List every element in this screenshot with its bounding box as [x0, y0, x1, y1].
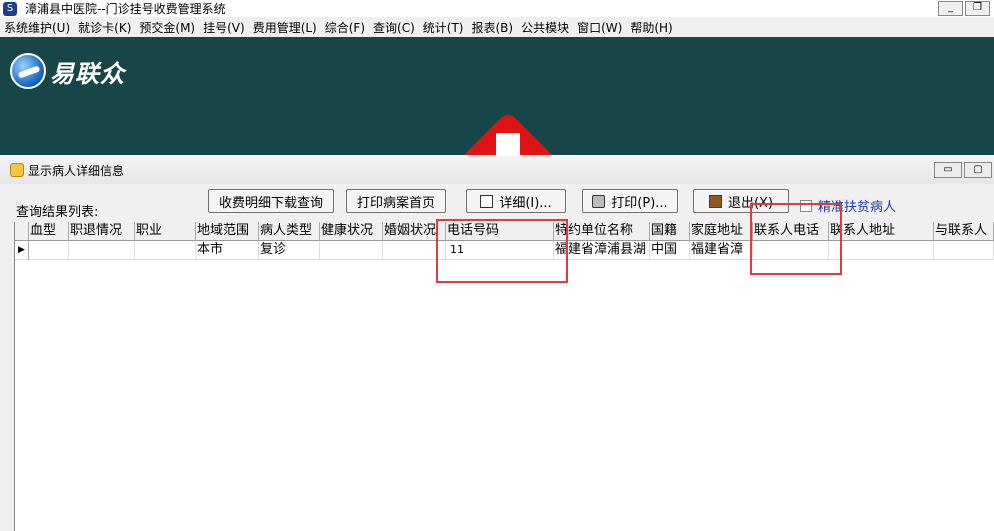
menu-window[interactable]: 窗口(W)	[573, 19, 626, 36]
col-nationality[interactable]: 国籍	[650, 222, 690, 241]
patient-detail-window: 显示病人详细信息 ▭ ▢ 查询结果列表: 收费明细下载查询 打印病案首页 详细(…	[0, 155, 994, 531]
poverty-patient-checkbox[interactable]: 精准扶贫病人	[800, 196, 896, 215]
menu-statistics[interactable]: 统计(T)	[419, 19, 468, 36]
app-icon: S	[3, 1, 17, 16]
col-retirement-status[interactable]: 职退情况	[69, 222, 135, 241]
minimize-button[interactable]: _	[938, 1, 963, 16]
fee-detail-download-button[interactable]: 收费明细下载查询	[208, 189, 334, 213]
print-record-label: 打印病案首页	[356, 195, 435, 211]
child-title-bar: 显示病人详细信息 ▭ ▢	[0, 156, 994, 184]
menu-common[interactable]: 公共模块	[517, 19, 573, 36]
child-window-controls: ▭ ▢	[934, 162, 992, 178]
menu-help[interactable]: 帮助(H)	[626, 19, 676, 36]
cell-contact-phone[interactable]	[753, 241, 829, 260]
cell-home-address[interactable]: 福建省漳	[690, 241, 753, 260]
header-indicator-cell	[15, 222, 29, 241]
cell-health-status[interactable]	[320, 241, 383, 260]
logo-swoosh-icon	[10, 53, 46, 89]
cell-relation-contact[interactable]	[934, 241, 994, 260]
poverty-checkbox-label: 精准扶贫病人	[818, 200, 897, 215]
menu-deposit[interactable]: 预交金(M)	[135, 19, 199, 36]
menu-system[interactable]: 系统维护(U)	[0, 19, 74, 36]
menu-general[interactable]: 综合(F)	[321, 19, 369, 36]
restore-button[interactable]: ❐	[965, 1, 990, 16]
window-title: 漳浦县中医院--门诊挂号收费管理系统	[25, 2, 226, 16]
poverty-checkbox-box[interactable]	[800, 199, 812, 212]
document-icon	[480, 194, 494, 208]
print-label: 打印(P)...	[611, 195, 668, 211]
cell-retirement-status[interactable]	[69, 241, 135, 260]
detail-label: 详细(I)...	[499, 195, 552, 211]
col-home-address[interactable]: 家庭地址	[690, 222, 753, 241]
window-hand-icon	[10, 163, 24, 177]
grid-header: 血型 职退情况 职业 地域范围 病人类型 健康状况 婚姻状况 电话号码 特约单位…	[15, 222, 994, 241]
table-row[interactable]: ▶ 本市 复诊 11 福建省漳浦县湖 中国 福建省漳	[15, 241, 994, 260]
cell-region[interactable]: 本市	[196, 241, 259, 260]
cell-occupation[interactable]	[135, 241, 196, 260]
menu-register[interactable]: 挂号(V)	[199, 19, 249, 36]
printer-icon	[592, 194, 606, 208]
cell-patient-type[interactable]: 复诊	[259, 241, 320, 260]
col-health-status[interactable]: 健康状况	[320, 222, 383, 241]
col-blood-type[interactable]: 血型	[29, 222, 69, 241]
col-phone-number[interactable]: 电话号码	[446, 222, 554, 241]
print-button[interactable]: 打印(P)...	[582, 189, 678, 213]
detail-button[interactable]: 详细(I)...	[466, 189, 566, 213]
fee-detail-label: 收费明细下载查询	[218, 195, 323, 211]
exit-label: 退出(X)	[727, 195, 774, 211]
cell-marital-status[interactable]	[383, 241, 446, 260]
cell-contract-unit[interactable]: 福建省漳浦县湖	[554, 241, 650, 260]
col-patient-type[interactable]: 病人类型	[259, 222, 320, 241]
col-contact-address[interactable]: 联系人地址	[829, 222, 934, 241]
menu-bar: 系统维护(U) 就诊卡(K) 预交金(M) 挂号(V) 费用管理(L) 综合(F…	[0, 17, 994, 37]
query-result-label: 查询结果列表:	[16, 205, 99, 220]
col-occupation[interactable]: 职业	[135, 222, 196, 241]
logo-text: 易联众	[50, 59, 125, 88]
print-record-page-button[interactable]: 打印病案首页	[346, 189, 446, 213]
row-indicator-icon: ▶	[15, 241, 29, 260]
menu-reports[interactable]: 报表(B)	[467, 19, 517, 36]
col-contract-unit[interactable]: 特约单位名称	[554, 222, 650, 241]
cell-phone-number[interactable]: 11	[446, 241, 554, 260]
menu-fees[interactable]: 费用管理(L)	[249, 19, 321, 36]
child-maximize-button[interactable]: ▢	[964, 162, 992, 178]
window-controls: _ ❐	[938, 1, 990, 16]
exit-button[interactable]: 退出(X)	[693, 189, 789, 213]
cell-nationality[interactable]: 中国	[650, 241, 690, 260]
menu-query[interactable]: 查询(C)	[369, 19, 419, 36]
hospital-emblem-icon	[459, 110, 557, 155]
col-marital-status[interactable]: 婚姻状况	[383, 222, 446, 241]
exit-door-icon	[708, 194, 722, 208]
app-banner: 易联众	[0, 37, 994, 155]
menu-card[interactable]: 就诊卡(K)	[74, 19, 135, 36]
col-contact-phone[interactable]: 联系人电话	[753, 222, 829, 241]
col-relation-contact[interactable]: 与联系人	[934, 222, 994, 241]
col-region[interactable]: 地域范围	[196, 222, 259, 241]
cell-contact-address[interactable]	[829, 241, 934, 260]
brand-logo: 易联众	[10, 53, 125, 89]
toolbar: 查询结果列表: 收费明细下载查询 打印病案首页 详细(I)... 打印(P)..…	[0, 186, 994, 220]
child-minimize-button[interactable]: ▭	[934, 162, 962, 178]
main-title-bar: S 漳浦县中医院--门诊挂号收费管理系统 _ ❐	[0, 0, 994, 17]
result-grid[interactable]: 血型 职退情况 职业 地域范围 病人类型 健康状况 婚姻状况 电话号码 特约单位…	[14, 222, 994, 531]
cell-blood-type[interactable]	[29, 241, 69, 260]
child-window-title: 显示病人详细信息	[28, 163, 125, 178]
